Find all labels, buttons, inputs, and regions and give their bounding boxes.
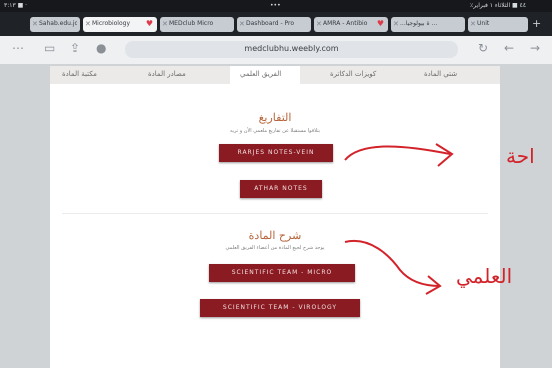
nav-item-5[interactable]: مكتبة المادة: [62, 70, 97, 78]
nav-item-4[interactable]: مصادر المادة: [148, 70, 186, 78]
tab-5[interactable]: ✕ AMRA - Antibio ♥: [314, 17, 388, 32]
nav-item-1[interactable]: شتي المادة: [424, 70, 457, 78]
tab-label: Sahab.edu.jo: [39, 20, 77, 27]
forward-icon[interactable]: ←: [504, 41, 514, 55]
back-icon[interactable]: →: [530, 41, 540, 55]
section-divider: [62, 213, 488, 214]
tab-label: Dashboard - Pro: [246, 20, 295, 27]
annotation-text-bottom: العلمي: [456, 264, 513, 288]
mic-icon[interactable]: ●: [96, 41, 106, 55]
more-icon[interactable]: ⋯: [12, 41, 24, 55]
tab-1[interactable]: ✕ Sahab.edu.jo: [30, 17, 80, 32]
reports-title: التفاريغ: [258, 111, 292, 124]
status-left: ۳:۱۳ ■ ·: [4, 2, 28, 9]
close-icon[interactable]: ✕: [32, 20, 38, 28]
page-content: [50, 84, 500, 368]
tabs-overview-icon[interactable]: ▭: [44, 41, 55, 55]
heart-icon: ♥: [145, 19, 153, 28]
tab-6[interactable]: ✕ ...ة بيولوجيا ...: [391, 17, 465, 32]
heart-icon: ♥: [376, 19, 384, 28]
address-bar[interactable]: medclubhu.weebly.com: [125, 41, 458, 58]
close-icon[interactable]: ✕: [162, 20, 168, 28]
annotation-arrow-top: [344, 143, 454, 167]
rarjes-notes-button[interactable]: RARJES NOTES-VEIN: [219, 144, 333, 162]
tab-2[interactable]: ✕ Microbiology ♥: [83, 17, 157, 32]
tab-label: Unit: [477, 20, 490, 27]
url-text: medclubhu.weebly.com: [244, 44, 339, 53]
reload-icon[interactable]: ↻: [478, 41, 488, 55]
tab-strip: ✕ Sahab.edu.jo ✕ Microbiology ♥ ✕ MEDclu…: [0, 12, 552, 36]
close-icon[interactable]: ✕: [85, 20, 91, 28]
share-icon[interactable]: ⇪: [70, 41, 80, 55]
close-icon[interactable]: ✕: [316, 20, 322, 28]
tab-3[interactable]: ✕ MEDclub Micro: [160, 17, 234, 32]
new-tab-icon[interactable]: +: [532, 17, 541, 30]
nav-item-2[interactable]: كويزات الدكاترة: [330, 70, 376, 78]
tab-label: AMRA - Antibio: [323, 20, 368, 27]
athar-notes-button[interactable]: ATHAR NOTES: [240, 180, 322, 198]
tab-label: MEDclub Micro: [169, 20, 214, 27]
close-icon[interactable]: ✕: [393, 20, 399, 28]
tab-label: ...ة بيولوجيا ...: [400, 20, 438, 27]
annotation-arrow-bottom: [344, 239, 442, 295]
scientific-team-micro-button[interactable]: SCIENTIFIC TEAM - MICRO: [209, 264, 355, 282]
nav-item-3[interactable]: الفريق العلمي: [240, 70, 281, 78]
tab-7[interactable]: ✕ Unit: [468, 17, 528, 32]
scientific-team-virology-button[interactable]: SCIENTIFIC TEAM - VIROLOGY: [200, 299, 360, 317]
status-right: ٪٤٤ ■ الثلاثاء ۱ فبراير: [470, 2, 527, 9]
close-icon[interactable]: ✕: [470, 20, 476, 28]
status-bar: ۳:۱۳ ■ · ••• ٪٤٤ ■ الثلاثاء ۱ فبراير: [0, 0, 552, 12]
close-icon[interactable]: ✕: [239, 20, 245, 28]
annotation-text-top: احة: [506, 144, 535, 168]
tab-4[interactable]: ✕ Dashboard - Pro: [237, 17, 311, 32]
tab-label: Microbiology: [92, 20, 130, 27]
status-center: •••: [270, 2, 281, 9]
